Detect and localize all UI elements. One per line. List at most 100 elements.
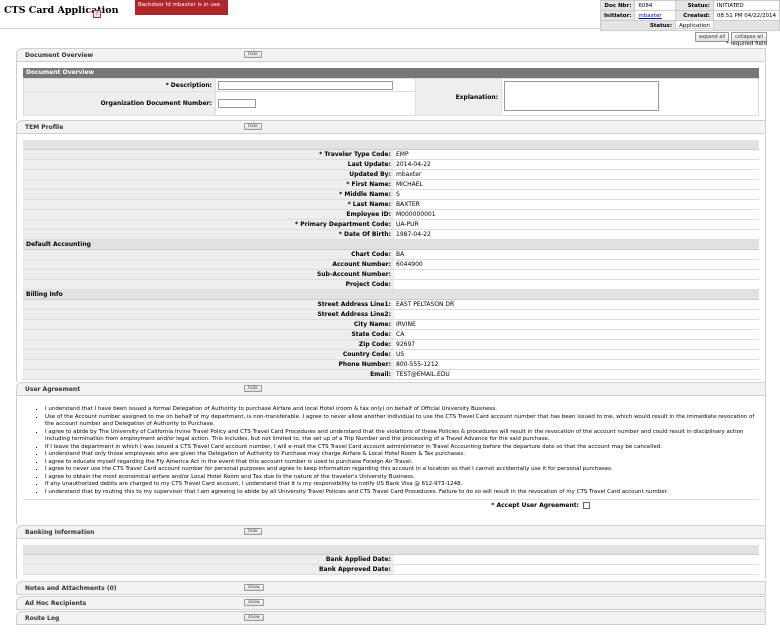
billing-field-row: Country Code: US <box>23 350 759 360</box>
field-value <box>394 270 759 279</box>
field-value: 92697 <box>394 340 759 349</box>
tab-label: Document Overview <box>25 52 94 59</box>
org-doc-number-input[interactable] <box>218 99 256 109</box>
hide-button[interactable]: hide <box>244 51 262 58</box>
help-icon[interactable]: ? <box>93 10 101 18</box>
agreement-item: If any unauthorized debits are charged t… <box>45 481 759 489</box>
billing-field-row: Street Address Line2: <box>23 310 759 320</box>
tab-banking-information: Banking Information hide <box>16 525 766 539</box>
hide-button[interactable]: hide <box>244 385 262 392</box>
field-value <box>394 280 759 289</box>
field-value: US <box>394 350 759 359</box>
document-overview-panel: Document Overview * Description: Explana… <box>16 62 766 120</box>
field-label: Last Update: <box>23 160 394 169</box>
explanation-textarea[interactable] <box>504 81 659 111</box>
field-value: UA-PUR <box>394 220 759 229</box>
created-label: Created: <box>675 10 714 21</box>
field-label: City Name: <box>23 320 394 329</box>
explanation-label: Explanation: <box>415 78 502 116</box>
show-button[interactable]: show <box>244 599 264 606</box>
field-label: Sub-Account Number: <box>23 270 394 279</box>
user-agreement-list: I understand that I have been issued a f… <box>23 406 759 496</box>
tab-route-log: Route Log show <box>16 611 766 625</box>
field-label: Employee ID: <box>23 210 394 219</box>
field-value <box>394 310 759 319</box>
field-label: Email: <box>23 370 394 379</box>
show-button[interactable]: show <box>244 584 264 591</box>
tab-tem-profile: TEM Profile hide <box>16 120 766 134</box>
profile-field-row: * Primary Department Code: UA-PUR <box>23 220 759 230</box>
field-label: * Traveler Type Code: <box>23 150 394 159</box>
user-agreement-panel: I understand that I have been issued a f… <box>16 396 766 524</box>
tab-document-overview: Document Overview hide <box>16 48 766 62</box>
tab-label: Notes and Attachments (0) <box>25 585 117 592</box>
field-value: M000000001 <box>394 210 759 219</box>
field-value: 2014-04-22 <box>394 160 759 169</box>
show-button[interactable]: show <box>244 614 264 621</box>
field-value <box>394 565 759 574</box>
field-label: Chart Code: <box>23 250 394 259</box>
page-title: CTS Card Application <box>4 5 119 16</box>
field-label: * Last Name: <box>23 200 394 209</box>
field-label: Bank Applied Date: <box>23 555 394 564</box>
profile-field-row: * Traveler Type Code: EMP <box>23 150 759 160</box>
profile-field-row: * Date Of Birth: 1987-04-22 <box>23 230 759 240</box>
field-value <box>394 555 759 564</box>
profile-field-row: * Middle Name: S <box>23 190 759 200</box>
tab-label: User Agreement <box>25 386 81 393</box>
field-label: Phone Number: <box>23 360 394 369</box>
description-input[interactable] <box>218 80 393 90</box>
accept-checkbox[interactable] <box>583 502 590 509</box>
section-title: Document Overview <box>23 68 759 78</box>
accept-label: * Accept User Agreement: <box>491 502 579 509</box>
field-label: * Date Of Birth: <box>23 230 394 239</box>
tab-ad-hoc-recipients: Ad Hoc Recipients show <box>16 596 766 610</box>
expand-all-button[interactable]: expand all <box>695 32 730 42</box>
agreement-item: If I leave the department in which I was… <box>45 444 759 452</box>
agreement-item: I agree to educate myself regarding the … <box>45 459 759 467</box>
field-label: * First Name: <box>23 180 394 189</box>
billing-field-row: State Code: CA <box>23 330 759 340</box>
field-value: 800-555-1212 <box>394 360 759 369</box>
banking-fields: Bank Applied Date: Bank Approved Date: <box>23 555 759 575</box>
agreement-item: I agree to obtain the most economical ai… <box>45 474 759 482</box>
profile-field-row: Last Update: 2014-04-22 <box>23 160 759 170</box>
profile-field-row: Updated By: mbaxter <box>23 170 759 180</box>
accounting-field-row: Account Number: 6044900 <box>23 260 759 270</box>
tab-label: Route Log <box>25 615 60 622</box>
field-value: CA <box>394 330 759 339</box>
document-header-table: Doc Nbr: 6084 Status: INITIATED Initiato… <box>599 0 780 31</box>
profile-field-row: * First Name: MICHAEL <box>23 180 759 190</box>
accounting-field-row: Project Code: <box>23 280 759 290</box>
banking-field-row: Bank Applied Date: <box>23 555 759 565</box>
created-value: 08:51 PM 04/22/2014 <box>712 10 780 21</box>
hide-button[interactable]: hide <box>244 528 262 535</box>
accounting-field-row: Chart Code: BA <box>23 250 759 260</box>
field-value: BA <box>394 250 759 259</box>
field-value: BAXTER <box>394 200 759 209</box>
accept-row: * Accept User Agreement: <box>23 499 759 511</box>
billing-field-row: Street Address Line1: EAST PELTASON DR <box>23 300 759 310</box>
field-label: Bank Approved Date: <box>23 565 394 574</box>
profile-field-row: Employee ID: M000000001 <box>23 210 759 220</box>
hide-button[interactable]: hide <box>244 123 262 130</box>
backdoor-banner: Backdoor Id mbaxter is in use <box>135 0 228 15</box>
explanation-cell <box>501 78 759 116</box>
field-label: Project Code: <box>23 280 394 289</box>
field-label: Street Address Line2: <box>23 310 394 319</box>
field-value: 1987-04-22 <box>394 230 759 239</box>
agreement-item: I understand that by routing this to my … <box>45 489 759 497</box>
field-label: Updated By: <box>23 170 394 179</box>
initiator-link[interactable]: mbaxter <box>638 13 661 19</box>
field-value: EMP <box>394 150 759 159</box>
accounting-field-row: Sub-Account Number: <box>23 270 759 280</box>
field-label: * Primary Department Code: <box>23 220 394 229</box>
tab-notes-attachments: Notes and Attachments (0) show <box>16 581 766 595</box>
banking-information-panel: Bank Applied Date: Bank Approved Date: <box>16 539 766 579</box>
doc-nbr-value: 6084 <box>634 0 677 11</box>
description-label: * Description: <box>23 77 216 93</box>
tab-label: Ad Hoc Recipients <box>25 600 87 607</box>
tab-label: TEM Profile <box>25 124 64 131</box>
status-label: Status: <box>675 0 714 11</box>
tab-user-agreement: User Agreement hide <box>16 382 766 396</box>
